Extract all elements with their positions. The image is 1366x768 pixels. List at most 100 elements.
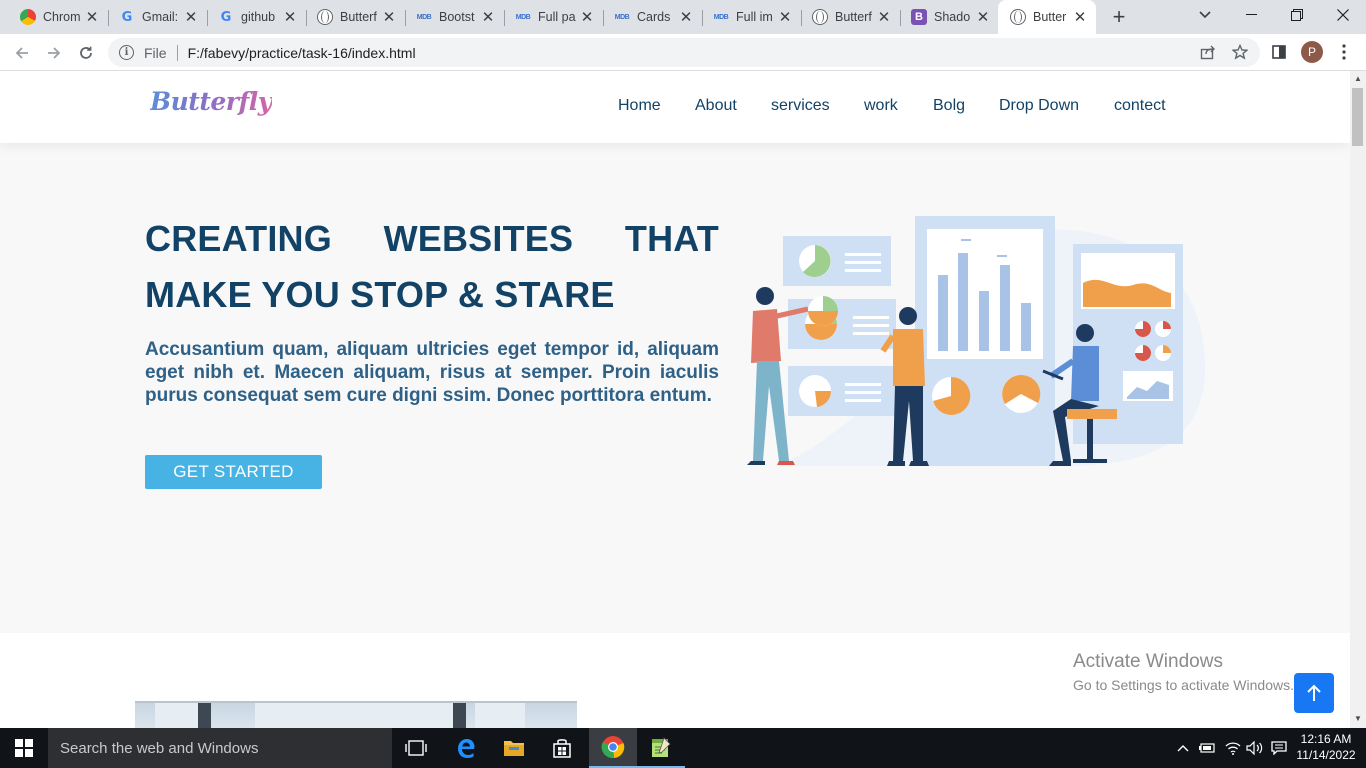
nav-dropdown[interactable]: Drop Down	[999, 97, 1079, 115]
browser-tab[interactable]: Butterf ✕	[792, 0, 900, 34]
action-center[interactable]	[1268, 728, 1290, 768]
browser-toolbar: i File F:/fabevy/practice/task-16/index.…	[0, 34, 1366, 71]
browser-tab[interactable]: G Gmail: ✕	[99, 0, 207, 34]
taskbar-search[interactable]: Search the web and Windows	[48, 728, 392, 768]
close-icon[interactable]: ✕	[876, 9, 892, 26]
chrome-icon	[20, 9, 36, 25]
edge-app[interactable]	[442, 728, 490, 768]
nav-work[interactable]: work	[864, 97, 898, 115]
site-header: Butterfly Home About services work Bolg …	[0, 71, 1350, 143]
scheme-label: File	[144, 44, 167, 61]
tab-title: Butterf	[835, 10, 872, 24]
browser-tab-active[interactable]: Butter ✕	[998, 0, 1096, 34]
scroll-down-arrow[interactable]: ▼	[1353, 714, 1363, 724]
chrome-app[interactable]	[589, 728, 637, 768]
close-icon[interactable]: ✕	[1072, 9, 1088, 26]
windows-logo-icon	[15, 739, 33, 757]
section-image	[135, 701, 577, 728]
reload-button[interactable]	[74, 41, 98, 65]
tab-title: Full im	[736, 10, 773, 24]
nav-services[interactable]: services	[771, 97, 830, 115]
start-button[interactable]	[0, 728, 48, 768]
network-status[interactable]	[1222, 728, 1244, 768]
nav-blog[interactable]: Bolg	[933, 97, 965, 115]
close-icon[interactable]: ✕	[777, 9, 793, 26]
scrollbar-thumb[interactable]	[1352, 88, 1363, 146]
task-view-button[interactable]	[392, 728, 440, 768]
google-icon: G	[121, 9, 133, 25]
chrome-icon	[601, 736, 625, 759]
address-bar[interactable]: i File F:/fabevy/practice/task-16/index.…	[108, 38, 1260, 67]
tab-title: Shado	[934, 10, 971, 24]
hero-title-word: CREATING	[145, 218, 332, 259]
close-icon[interactable]: ✕	[282, 9, 298, 26]
minimize-button[interactable]	[1228, 0, 1274, 30]
share-icon[interactable]	[1199, 43, 1217, 61]
close-window-button[interactable]	[1320, 0, 1366, 30]
star-icon[interactable]	[1231, 43, 1249, 61]
browser-tab-strip: Chrom ✕ G Gmail: ✕ G github ✕ Butterf ✕ …	[0, 0, 1366, 34]
new-tab-button[interactable]: +	[1108, 4, 1130, 29]
clock-date: 11/14/2022	[1296, 748, 1356, 762]
browser-tab[interactable]: G github ✕	[198, 0, 306, 34]
close-icon[interactable]: ✕	[480, 9, 496, 26]
volume-control[interactable]	[1244, 728, 1266, 768]
forward-button[interactable]	[42, 41, 66, 65]
get-started-button[interactable]: GET STARTED	[145, 455, 322, 489]
tab-title: Butter	[1033, 10, 1067, 24]
bootstrap-icon: B	[911, 9, 927, 25]
file-explorer-app[interactable]	[490, 728, 538, 768]
close-icon[interactable]: ✕	[183, 9, 199, 26]
globe-icon	[317, 9, 333, 25]
profile-avatar[interactable]: P	[1301, 41, 1323, 63]
browser-tab[interactable]: Chrom ✕	[0, 0, 108, 34]
nav-about[interactable]: About	[695, 97, 737, 115]
tab-search-button[interactable]	[1182, 0, 1228, 30]
back-button[interactable]	[10, 41, 34, 65]
nav-contact[interactable]: contect	[1114, 97, 1166, 115]
close-icon[interactable]: ✕	[381, 9, 397, 26]
browser-tab[interactable]: MDB Full pa ✕	[495, 0, 603, 34]
hero-subtitle: Accusantium quam, aliquam ultricies eget…	[145, 339, 719, 406]
battery-status[interactable]	[1196, 728, 1218, 768]
browser-tab[interactable]: Butterf ✕	[297, 0, 405, 34]
clock-time: 12:16 AM	[1300, 732, 1352, 746]
globe-icon	[1010, 9, 1026, 25]
taskbar-clock[interactable]: 12:16 AM 11/14/2022	[1290, 731, 1362, 763]
close-icon[interactable]: ✕	[579, 9, 595, 26]
arrow-up-icon	[1307, 684, 1321, 701]
tab-title: github	[241, 10, 276, 24]
tab-title: Butterf	[340, 10, 377, 24]
page-scrollbar[interactable]: ▲ ▼	[1350, 71, 1366, 728]
hero-title-word: THAT	[624, 218, 719, 259]
close-icon[interactable]: ✕	[975, 9, 991, 26]
globe-icon	[812, 9, 828, 25]
url-text[interactable]: F:/fabevy/practice/task-16/index.html	[188, 45, 416, 61]
tab-title: Cards	[637, 10, 671, 24]
tab-title: Bootst	[439, 10, 475, 24]
scroll-up-arrow[interactable]: ▲	[1353, 74, 1363, 84]
side-panel-icon[interactable]	[1270, 43, 1288, 61]
nav-home[interactable]: Home	[618, 97, 661, 115]
restore-button[interactable]	[1274, 0, 1320, 30]
back-to-top-button[interactable]	[1294, 673, 1334, 713]
task-view-icon	[405, 740, 427, 756]
browser-tab[interactable]: B Shado ✕	[891, 0, 999, 34]
browser-tab[interactable]: MDB Cards ✕	[594, 0, 702, 34]
menu-icon[interactable]	[1335, 43, 1353, 61]
notification-icon	[1271, 741, 1287, 755]
close-icon[interactable]: ✕	[84, 9, 100, 26]
browser-tab[interactable]: MDB Full im ✕	[693, 0, 801, 34]
close-icon[interactable]: ✕	[678, 9, 694, 26]
info-icon[interactable]: i	[119, 45, 134, 60]
site-logo[interactable]: Butterfly	[150, 87, 272, 116]
show-hidden-icons[interactable]	[1174, 728, 1192, 768]
notepad-app[interactable]	[637, 728, 685, 768]
browser-tab[interactable]: MDB Bootst ✕	[396, 0, 504, 34]
mdb-icon: MDB	[416, 13, 432, 21]
arrow-right-icon	[48, 47, 61, 59]
watermark-title: Activate Windows	[1073, 651, 1223, 672]
tab-title: Full pa	[538, 10, 576, 24]
arrow-left-icon	[15, 47, 28, 59]
store-app[interactable]	[538, 728, 586, 768]
